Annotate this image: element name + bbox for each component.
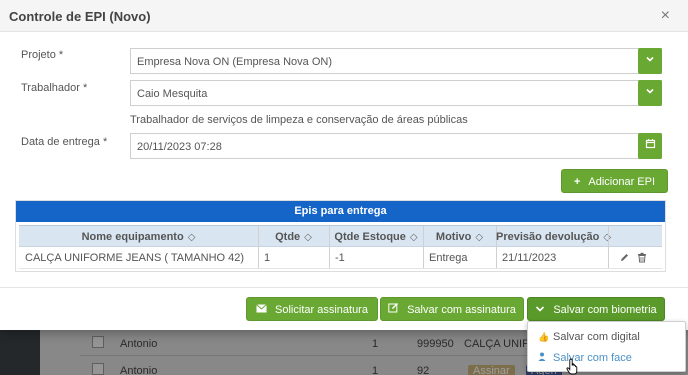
salvar-com-assinatura-button[interactable]: Salvar com assinatura <box>380 297 524 321</box>
hand-pointer-icon <box>566 358 580 375</box>
modal-title: Controle de EPI (Novo) <box>9 9 151 24</box>
thumbs-up-icon: 👍 <box>538 332 550 342</box>
cell-nome: CALÇA UNIFORME JEANS ( TAMANHO 42) <box>25 252 245 264</box>
user-icon <box>538 347 550 369</box>
column-header-previsao[interactable]: Previsão devolução◇ <box>496 226 611 248</box>
epi-control-modal: Controle de EPI (Novo) × Projeto * Empre… <box>0 0 688 330</box>
plus-icon: + <box>573 176 581 188</box>
cell-qtde-estoque: -1 <box>335 252 345 264</box>
modal-header: Controle de EPI (Novo) × <box>0 0 688 32</box>
biometria-dropdown-menu: 👍 Salvar com digital Salvar com face <box>527 321 686 372</box>
trabalhador-value: Caio Mesquita <box>137 88 208 100</box>
column-header-qtde-estoque[interactable]: Qtde Estoque ◇ <box>329 226 423 248</box>
required-mark: * <box>58 49 64 61</box>
trabalhador-label: Trabalhador * <box>21 82 88 94</box>
edit-icon <box>388 298 399 322</box>
table-header: Nome equipamento ◇ Qtde ◇ Qtde Estoque ◇ Mo… <box>19 225 662 247</box>
chevron-down-icon[interactable] <box>638 80 662 106</box>
modal-footer-divider <box>0 287 688 288</box>
sort-icon[interactable]: ◇ <box>304 232 312 243</box>
projeto-value: Empresa Nova ON (Empresa Nova ON) <box>137 56 332 68</box>
trabalhador-helper-text: Trabalhador de serviços de limpeza e con… <box>130 114 468 126</box>
required-mark: * <box>82 82 88 94</box>
adicionar-epi-button[interactable]: + Adicionar EPI <box>561 169 668 193</box>
chevron-down-icon[interactable] <box>638 48 662 74</box>
cell-qtde: 1 <box>264 252 271 264</box>
salvar-com-biometria-button[interactable]: Salvar com biometria <box>527 297 665 321</box>
table-row: CALÇA UNIFORME JEANS ( TAMANHO 42) 1 -1 … <box>19 247 662 269</box>
trash-icon[interactable] <box>637 252 647 266</box>
menu-item-salvar-com-digital[interactable]: 👍 Salvar com digital <box>528 326 685 348</box>
projeto-label: Projeto * <box>21 49 64 61</box>
data-entrega-label: Data de entrega * <box>21 136 108 148</box>
chevron-down-icon <box>535 298 545 322</box>
table-caption: Epis para entrega <box>16 201 665 222</box>
data-entrega-input[interactable]: 20/11/2023 07:28 <box>130 133 662 159</box>
envelope-icon <box>256 298 267 322</box>
column-divider <box>608 247 609 268</box>
projeto-select[interactable]: Empresa Nova ON (Empresa Nova ON) <box>130 48 662 74</box>
sort-icon[interactable]: ◇ <box>475 232 483 243</box>
column-header-motivo[interactable]: Motivo ◇ <box>423 226 496 248</box>
column-header-qtde[interactable]: Qtde ◇ <box>258 226 329 248</box>
data-entrega-value: 20/11/2023 07:28 <box>137 141 222 153</box>
column-header-nome[interactable]: Nome equipamento ◇ <box>19 226 258 248</box>
required-mark: * <box>102 136 108 148</box>
epis-table: Epis para entrega Nome equipamento ◇ Qtde… <box>15 200 666 272</box>
solicitar-assinatura-button[interactable]: Solicitar assinatura <box>246 297 378 321</box>
sort-icon[interactable]: ◇ <box>188 232 196 243</box>
menu-item-salvar-com-face[interactable]: Salvar com face <box>528 347 685 369</box>
column-divider <box>608 226 609 246</box>
cell-motivo: Entrega <box>429 252 468 264</box>
close-icon[interactable]: × <box>661 7 670 25</box>
cell-previsao: 21/11/2023 <box>502 252 557 264</box>
edit-icon[interactable] <box>619 252 630 266</box>
sort-icon[interactable]: ◇ <box>410 232 418 243</box>
trabalhador-select[interactable]: Caio Mesquita <box>130 80 662 106</box>
calendar-icon[interactable] <box>638 133 662 159</box>
